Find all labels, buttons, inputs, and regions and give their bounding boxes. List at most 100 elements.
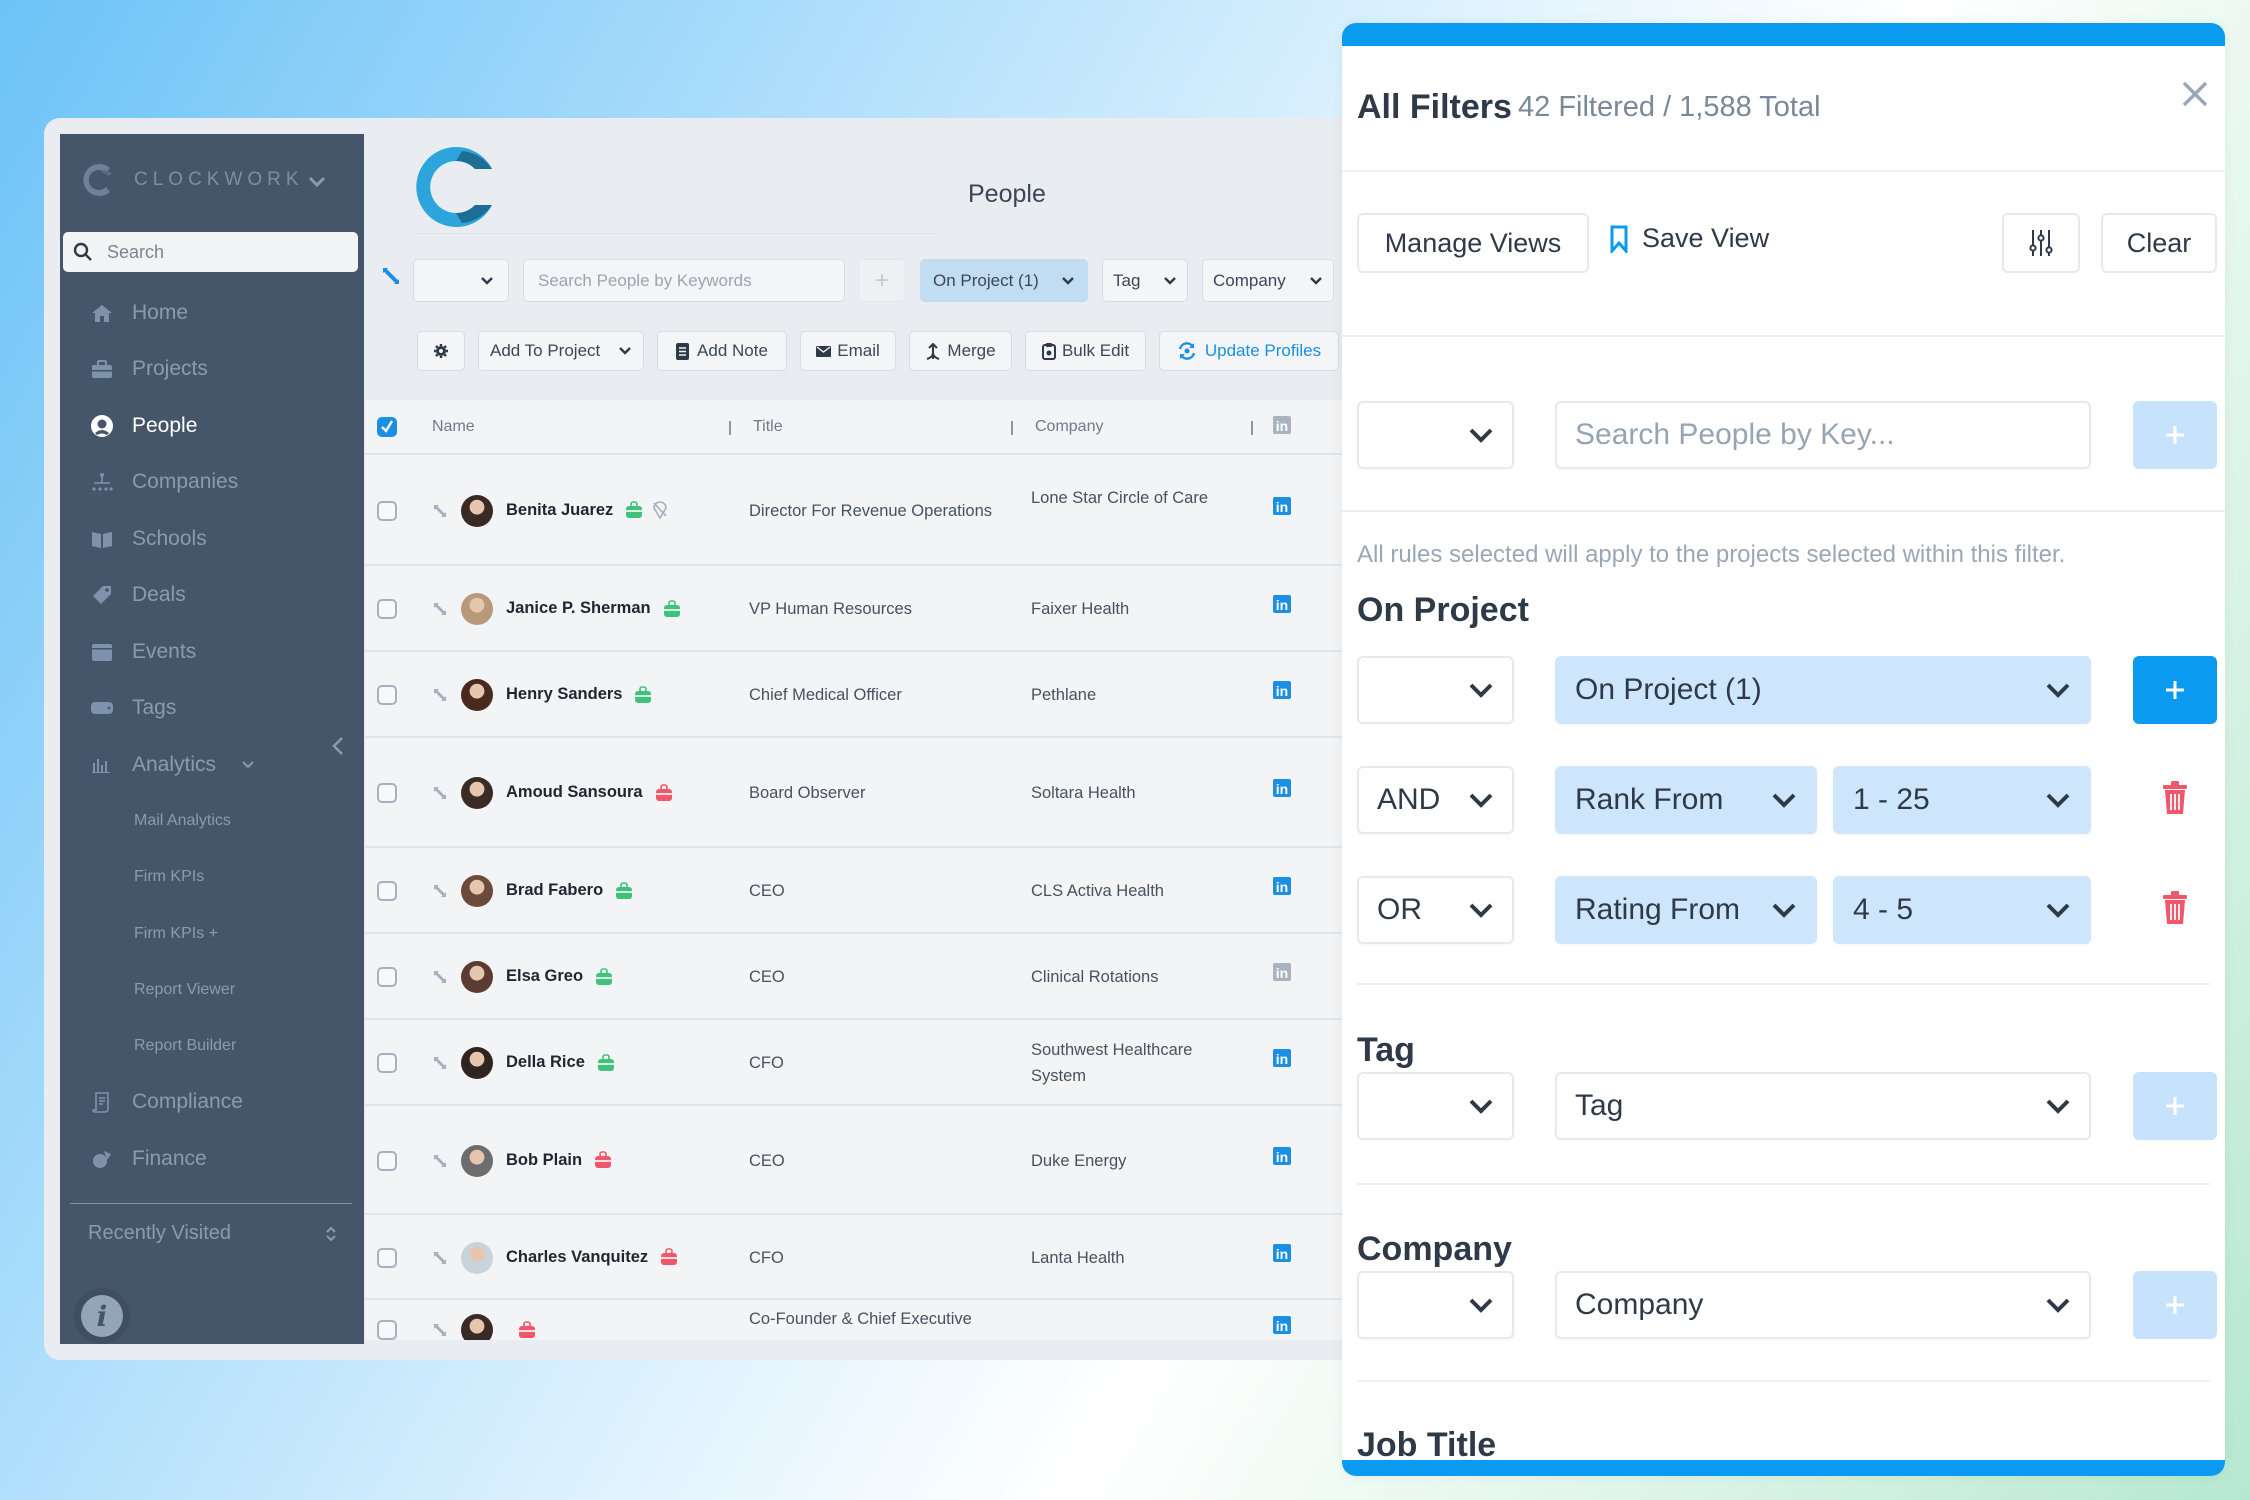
column-resizer[interactable] <box>729 421 731 435</box>
table-row[interactable]: Brad Fabero CEO CLS Activa Health in <box>365 848 1343 934</box>
chevron-down-icon[interactable] <box>306 170 328 192</box>
column-resizer[interactable] <box>1251 421 1253 435</box>
tag-logic-select[interactable] <box>1357 1072 1514 1140</box>
table-row[interactable]: Della Rice CFO Southwest Healthcare System… <box>365 1020 1343 1106</box>
open-profile-icon[interactable] <box>433 602 447 616</box>
person-company[interactable]: Soltara Health <box>1031 780 1231 806</box>
row-checkbox[interactable] <box>377 881 397 901</box>
update-profiles-button[interactable]: Update Profiles <box>1159 331 1339 371</box>
table-row[interactable]: Amoud Sansoura Board Observer Soltara Heal… <box>365 738 1343 848</box>
recently-visited-toggle[interactable]: Recently Visited <box>88 1222 338 1245</box>
manage-views-button[interactable]: Manage Views <box>1357 213 1589 273</box>
row-checkbox[interactable] <box>377 1150 397 1171</box>
person-company[interactable]: Lone Star Circle of Care <box>1031 485 1231 511</box>
sidebar-item-deals[interactable]: Deals <box>90 577 186 613</box>
merge-button[interactable]: Merge <box>909 331 1012 371</box>
add-to-project-dropdown[interactable]: Add To Project <box>478 331 644 371</box>
row-checkbox[interactable] <box>377 1247 397 1268</box>
add-keyword-button[interactable] <box>2133 401 2217 469</box>
table-row[interactable]: Henry Sanders Chief Medical Officer Pethla… <box>365 652 1343 738</box>
email-button[interactable]: Email <box>800 331 896 371</box>
column-header-title[interactable]: Title <box>753 418 783 436</box>
person-name[interactable]: Charles Vanquitez <box>506 1248 648 1266</box>
sidebar-sub-firm-kpis[interactable]: Firm KPIs <box>134 863 204 891</box>
rule-value-select[interactable]: 4 - 5 <box>1833 876 2091 944</box>
add-tag-rule-button[interactable] <box>2133 1072 2217 1140</box>
row-checkbox[interactable] <box>377 685 397 705</box>
filter-chip-tag[interactable]: Tag <box>1102 259 1188 302</box>
on-project-logic-select[interactable] <box>1357 656 1514 724</box>
person-name[interactable]: Bob Plain <box>506 1151 582 1169</box>
sidebar-item-events[interactable]: Events <box>90 634 196 670</box>
sidebar-search-input[interactable]: Search <box>63 232 358 272</box>
person-name[interactable]: Amoud Sansoura <box>506 783 643 801</box>
rule-connector-select[interactable]: AND <box>1357 766 1514 834</box>
rule-connector-select[interactable]: OR <box>1357 876 1514 944</box>
column-header-name[interactable]: Name <box>432 418 475 436</box>
info-button[interactable]: i <box>74 1288 130 1344</box>
settings-button[interactable] <box>417 331 465 371</box>
open-profile-icon[interactable] <box>433 884 447 898</box>
sidebar-item-companies[interactable]: Companies <box>90 464 238 500</box>
table-row[interactable]: Co-Founder & Chief Executive in <box>365 1300 1343 1340</box>
person-company[interactable]: Faixer Health <box>1031 596 1231 622</box>
keyword-logic-select[interactable] <box>1357 401 1514 469</box>
person-name[interactable]: Brad Fabero <box>506 881 603 899</box>
sidebar-sub-report-builder[interactable]: Report Builder <box>134 1032 236 1060</box>
person-name[interactable]: Janice P. Sherman <box>506 599 651 617</box>
row-checkbox[interactable] <box>377 500 397 521</box>
close-icon[interactable] <box>2180 79 2210 109</box>
table-row[interactable]: Charles Vanquitez CFO Lanta Health in <box>365 1215 1343 1300</box>
bulk-edit-button[interactable]: Bulk Edit <box>1025 331 1146 371</box>
table-row[interactable]: Janice P. Sherman VP Human Resources Faixe… <box>365 566 1343 652</box>
sidebar-item-compliance[interactable]: Compliance <box>90 1084 243 1120</box>
sidebar-item-home[interactable]: Home <box>90 295 188 331</box>
row-checkbox[interactable] <box>377 599 397 619</box>
rule-field-select[interactable]: Rank From <box>1555 766 1817 834</box>
collapse-sidebar-icon[interactable] <box>328 734 348 758</box>
select-all-checkbox[interactable] <box>377 417 397 437</box>
expand-icon[interactable] <box>381 266 401 286</box>
keyword-search-input[interactable]: Search People by Keywords <box>523 259 845 302</box>
row-checkbox[interactable] <box>377 967 397 987</box>
add-note-button[interactable]: Add Note <box>657 331 787 371</box>
open-profile-icon[interactable] <box>433 688 447 702</box>
linkedin-icon[interactable]: in <box>1273 496 1291 515</box>
linkedin-icon[interactable]: in <box>1273 963 1291 981</box>
person-name[interactable]: Elsa Greo <box>506 967 583 985</box>
save-view-button[interactable]: Save View <box>1610 223 1769 254</box>
delete-rule-trash-icon[interactable] <box>2161 780 2189 816</box>
rule-value-select[interactable]: 1 - 25 <box>1833 766 2091 834</box>
person-company[interactable]: Lanta Health <box>1031 1245 1231 1271</box>
linkedin-icon[interactable]: in <box>1273 1146 1291 1165</box>
linkedin-icon[interactable]: in <box>1273 595 1291 613</box>
open-profile-icon[interactable] <box>433 504 447 518</box>
column-resizer[interactable] <box>1011 421 1013 435</box>
linkedin-icon[interactable]: in <box>1273 779 1291 797</box>
linkedin-icon[interactable]: in <box>1273 681 1291 699</box>
add-on-project-rule-button[interactable] <box>2133 656 2217 724</box>
linkedin-icon[interactable]: in <box>1273 1243 1291 1262</box>
person-company[interactable]: Southwest Healthcare System <box>1031 1037 1231 1089</box>
company-select[interactable]: Company <box>1555 1271 2091 1339</box>
person-name[interactable]: Benita Juarez <box>506 501 613 519</box>
logic-select[interactable] <box>413 259 509 302</box>
table-row[interactable]: Bob Plain CEO Duke Energy in <box>365 1106 1343 1215</box>
rule-field-select[interactable]: Rating From <box>1555 876 1817 944</box>
brand[interactable]: CLOCKWORK <box>80 160 304 200</box>
company-logic-select[interactable] <box>1357 1271 1514 1339</box>
filter-chip-on-project[interactable]: On Project (1) <box>920 259 1088 302</box>
sidebar-item-analytics[interactable]: Analytics <box>90 747 256 783</box>
clear-button[interactable]: Clear <box>2101 213 2217 273</box>
row-checkbox[interactable] <box>377 783 397 803</box>
table-row[interactable]: Elsa Greo CEO Clinical Rotations in <box>365 934 1343 1020</box>
sidebar-sub-firm-kpis-plus[interactable]: Firm KPIs + <box>134 920 218 948</box>
filter-settings-button[interactable] <box>2002 213 2080 273</box>
delete-rule-trash-icon[interactable] <box>2161 890 2189 926</box>
sidebar-item-schools[interactable]: Schools <box>90 521 207 557</box>
person-company[interactable]: Duke Energy <box>1031 1148 1231 1174</box>
person-company[interactable]: Pethlane <box>1031 682 1231 708</box>
person-name[interactable]: Henry Sanders <box>506 685 622 703</box>
row-checkbox[interactable] <box>377 1320 397 1340</box>
sidebar-sub-mail-analytics[interactable]: Mail Analytics <box>134 807 231 835</box>
